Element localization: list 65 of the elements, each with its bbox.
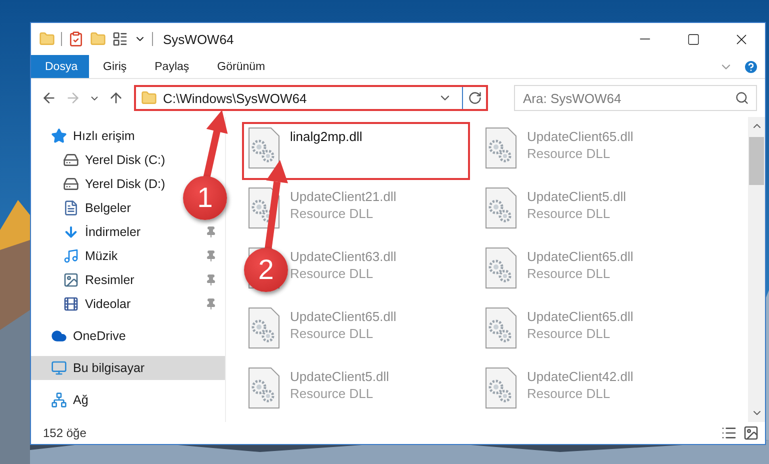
pin-icon[interactable] (205, 274, 217, 286)
dll-file-icon (485, 247, 517, 289)
star-icon (51, 128, 67, 144)
sidebar-item[interactable]: Bu bilgisayar (31, 356, 225, 380)
checklist-icon[interactable] (68, 31, 84, 47)
file-type: Resource DLL (290, 266, 374, 281)
cloud-icon (51, 328, 67, 344)
ribbon-tab[interactable]: Görünüm (203, 55, 280, 78)
file-type: Resource DLL (527, 206, 612, 221)
file-type: Resource DLL (527, 266, 612, 281)
dll-file-icon (248, 127, 280, 169)
refresh-icon[interactable] (468, 91, 482, 105)
file-type: Resource DLL (527, 386, 612, 401)
image-icon (63, 272, 79, 288)
pin-icon[interactable] (205, 226, 217, 238)
dll-file-icon (485, 127, 517, 169)
back-button[interactable] (41, 90, 57, 106)
up-button[interactable] (108, 90, 124, 106)
maximize-icon[interactable] (686, 32, 700, 46)
pin-icon[interactable] (205, 298, 217, 310)
dll-file-icon (248, 307, 280, 349)
pin-icon[interactable] (205, 250, 217, 262)
drive-icon (63, 152, 79, 168)
sidebar-item[interactable]: İndirmeler (31, 220, 147, 244)
dll-file-icon (485, 367, 517, 409)
drive-icon (63, 176, 79, 192)
scrollbar[interactable] (748, 117, 765, 422)
address-path: C:\Windows\SysWOW64 (163, 90, 308, 106)
sidebar-item[interactable]: Ağ (31, 388, 94, 412)
file-type: Resource DLL (290, 326, 374, 341)
window-title: SysWOW64 (163, 32, 234, 46)
address-bar[interactable]: C:\Windows\SysWOW64 (134, 85, 488, 111)
help-icon[interactable] (743, 58, 759, 74)
file-type: Resource DLL (527, 326, 612, 341)
sidebar-item[interactable]: Yerel Disk (D:) (31, 172, 172, 196)
dll-file-icon (248, 367, 280, 409)
scroll-thumb[interactable] (749, 137, 764, 185)
file-type: Resource DLL (290, 206, 374, 221)
folder-icon (141, 90, 157, 106)
sidebar-item[interactable]: Müzik (31, 244, 124, 268)
music-note-icon (63, 248, 79, 264)
film-icon (63, 296, 79, 312)
file-name[interactable]: linalg2mp.dll (290, 129, 362, 144)
sidebar-item[interactable]: Yerel Disk (C:) (31, 148, 172, 172)
large-icons-view-button[interactable] (743, 425, 759, 441)
ribbon-tab[interactable]: Paylaş (140, 55, 204, 78)
sidebar-item[interactable]: Resimler (31, 268, 140, 292)
monitor-icon (51, 360, 67, 376)
sidebar-item[interactable]: Videolar (31, 292, 137, 316)
sidebar-item[interactable]: Belgeler (31, 196, 137, 220)
layout-list-icon[interactable] (112, 31, 128, 47)
file-type: Resource DLL (527, 146, 612, 161)
ribbon-tab[interactable]: Dosya (31, 55, 89, 78)
item-count: 152 öğe (43, 426, 86, 440)
ribbon-tab[interactable]: Giriş (89, 55, 141, 78)
details-view-button[interactable] (721, 425, 737, 441)
sidebar-item[interactable]: OneDrive (31, 324, 132, 348)
dll-file-icon (485, 307, 517, 349)
file-type: Resource DLL (290, 386, 374, 401)
sidebar-item[interactable]: Hızlı erişim (31, 124, 141, 148)
network-icon (51, 392, 67, 408)
search-icon[interactable] (735, 91, 749, 105)
dll-file-icon (485, 187, 517, 229)
search-field[interactable]: Ara: SysWOW64 (514, 85, 757, 111)
document-icon (63, 200, 79, 216)
